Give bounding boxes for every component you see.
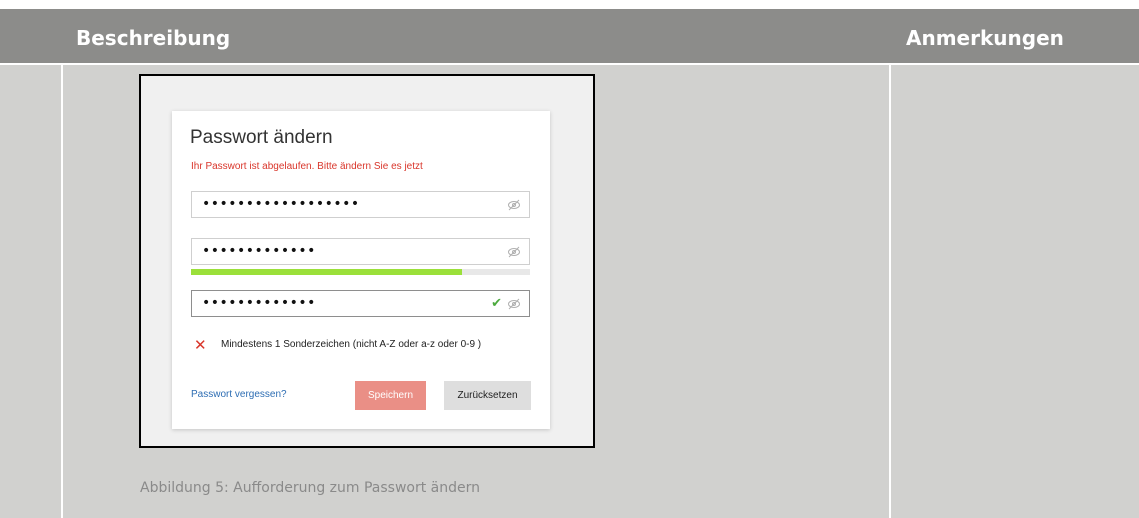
password-mask: ••••••••••••• xyxy=(202,295,316,311)
confirm-password-field[interactable]: ••••••••••••• ✔ xyxy=(191,290,530,317)
forgot-password-link[interactable]: Passwort vergessen? xyxy=(191,389,287,400)
header-notes: Anmerkungen xyxy=(906,26,1064,50)
cross-icon: ✕ xyxy=(194,336,207,354)
table-row: Passwort ändern Ihr Passwort ist abgelau… xyxy=(0,65,1139,518)
eye-slash-icon[interactable] xyxy=(507,198,521,212)
current-password-field[interactable]: •••••••••••••••••• xyxy=(191,191,530,218)
figure-caption: Abbildung 5: Aufforderung zum Passwort ä… xyxy=(140,480,481,496)
error-message: Ihr Passwort ist abgelaufen. Bitte änder… xyxy=(191,161,423,172)
save-button[interactable]: Speichern xyxy=(355,381,426,410)
check-icon: ✔ xyxy=(491,296,502,311)
table-cell-description: Passwort ändern Ihr Passwort ist abgelau… xyxy=(63,65,889,518)
eye-slash-icon[interactable] xyxy=(507,245,521,259)
password-strength-fill xyxy=(191,269,463,275)
new-password-field[interactable]: ••••••••••••• xyxy=(191,238,530,265)
rule-text: Mindestens 1 Sonderzeichen (nicht A-Z od… xyxy=(221,339,482,350)
reset-button[interactable]: Zurücksetzen xyxy=(444,381,531,410)
password-strength-meter xyxy=(191,269,530,275)
dialog-title: Passwort ändern xyxy=(190,127,333,148)
table-header-row: Beschreibung Anmerkungen xyxy=(0,9,1139,63)
table-cell-index xyxy=(0,65,61,518)
header-description: Beschreibung xyxy=(76,26,231,50)
table-cell-notes xyxy=(891,65,1139,518)
password-mask: •••••••••••••••••• xyxy=(202,196,360,212)
eye-slash-icon[interactable] xyxy=(507,297,521,311)
change-password-dialog: Passwort ändern Ihr Passwort ist abgelau… xyxy=(172,111,550,429)
screenshot-figure: Passwort ändern Ihr Passwort ist abgelau… xyxy=(139,74,595,448)
password-mask: ••••••••••••• xyxy=(202,243,316,259)
